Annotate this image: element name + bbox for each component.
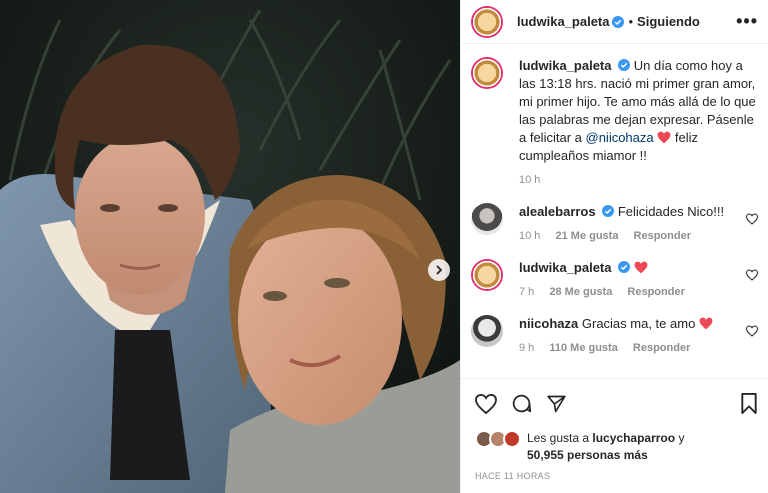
commenter-username[interactable]: niicohaza	[519, 316, 578, 331]
commenter-username[interactable]: alealebarros	[519, 204, 596, 219]
mention-link[interactable]: @niicohaza	[586, 130, 654, 145]
comment-time: 7 h	[519, 286, 535, 298]
liker-username[interactable]: lucychaparroo	[592, 431, 675, 445]
heart-icon[interactable]	[475, 393, 497, 414]
comment-likes[interactable]: 28 Me gusta	[549, 286, 612, 298]
likes-summary[interactable]: Les gusta a lucychaparroo y 50,955 perso…	[475, 430, 758, 464]
post-side-panel: ludwika_paleta • Siguiendo ••• ludwika_p…	[460, 0, 768, 493]
caption-text: ludwika_paleta Un día como hoy a las 13:…	[519, 57, 758, 165]
comment-item: niicohaza Gracias ma, te amo 9 h 110 Me …	[471, 315, 758, 357]
comment-item: alealebarros Felicidades Nico!!! 10 h 21…	[471, 203, 758, 245]
caption-username[interactable]: ludwika_paleta	[519, 58, 611, 73]
verified-icon	[612, 15, 625, 28]
comment-time: 10 h	[519, 230, 541, 242]
following-button[interactable]: Siguiendo	[637, 14, 700, 29]
next-photo-button[interactable]	[428, 259, 450, 281]
bookmark-icon[interactable]	[740, 393, 758, 414]
more-options-button[interactable]: •••	[736, 11, 758, 32]
likes-text: Les gusta a lucychaparroo y 50,955 perso…	[527, 431, 685, 462]
commenter-username[interactable]: ludwika_paleta	[519, 260, 611, 275]
post-timestamp: HACE 11 HORAS	[475, 471, 551, 481]
comment-likes[interactable]: 21 Me gusta	[555, 230, 618, 242]
post-photo[interactable]	[0, 0, 460, 493]
commenter-avatar[interactable]	[471, 315, 503, 347]
liker-avatars	[475, 430, 527, 450]
caption-avatar[interactable]	[471, 57, 503, 89]
reply-button[interactable]: Responder	[634, 230, 691, 242]
like-comment-heart-icon[interactable]	[746, 325, 758, 337]
separator-dot: •	[628, 14, 634, 29]
comments-list[interactable]: ludwika_paleta Un día como hoy a las 13:…	[461, 45, 768, 378]
comment-item: ludwika_paleta 7 h 28 Me gusta Responder	[471, 259, 758, 301]
photo-image	[0, 0, 460, 493]
author-avatar[interactable]	[471, 5, 503, 38]
liker-avatar	[503, 430, 521, 448]
verified-icon	[618, 261, 631, 273]
author-username[interactable]: ludwika_paleta	[517, 14, 609, 29]
post-actions	[461, 378, 768, 414]
commenter-avatar[interactable]	[471, 259, 503, 291]
comment-likes[interactable]: 110 Me gusta	[549, 342, 617, 354]
reply-button[interactable]: Responder	[633, 342, 690, 354]
caption-time: 10 h	[519, 174, 541, 186]
comment-icon[interactable]	[511, 393, 532, 414]
red-heart-icon	[657, 131, 671, 144]
caption: ludwika_paleta Un día como hoy a las 13:…	[471, 57, 758, 189]
share-icon[interactable]	[546, 394, 567, 414]
verified-icon	[618, 59, 631, 71]
commenter-avatar[interactable]	[471, 203, 503, 235]
like-comment-heart-icon[interactable]	[746, 213, 758, 225]
red-heart-icon	[634, 261, 648, 274]
likes-count[interactable]: 50,955 personas más	[527, 448, 648, 462]
verified-icon	[602, 205, 615, 217]
red-heart-icon	[699, 317, 713, 330]
like-comment-heart-icon[interactable]	[746, 269, 758, 281]
post-header: ludwika_paleta • Siguiendo •••	[461, 0, 768, 44]
reply-button[interactable]: Responder	[627, 286, 684, 298]
comment-text: Felicidades Nico!!!	[617, 204, 725, 219]
chevron-right-icon	[436, 265, 443, 275]
comment-text: Gracias ma, te amo	[581, 316, 696, 331]
caption-meta: 10 h	[519, 171, 758, 189]
comment-time: 9 h	[519, 342, 535, 354]
